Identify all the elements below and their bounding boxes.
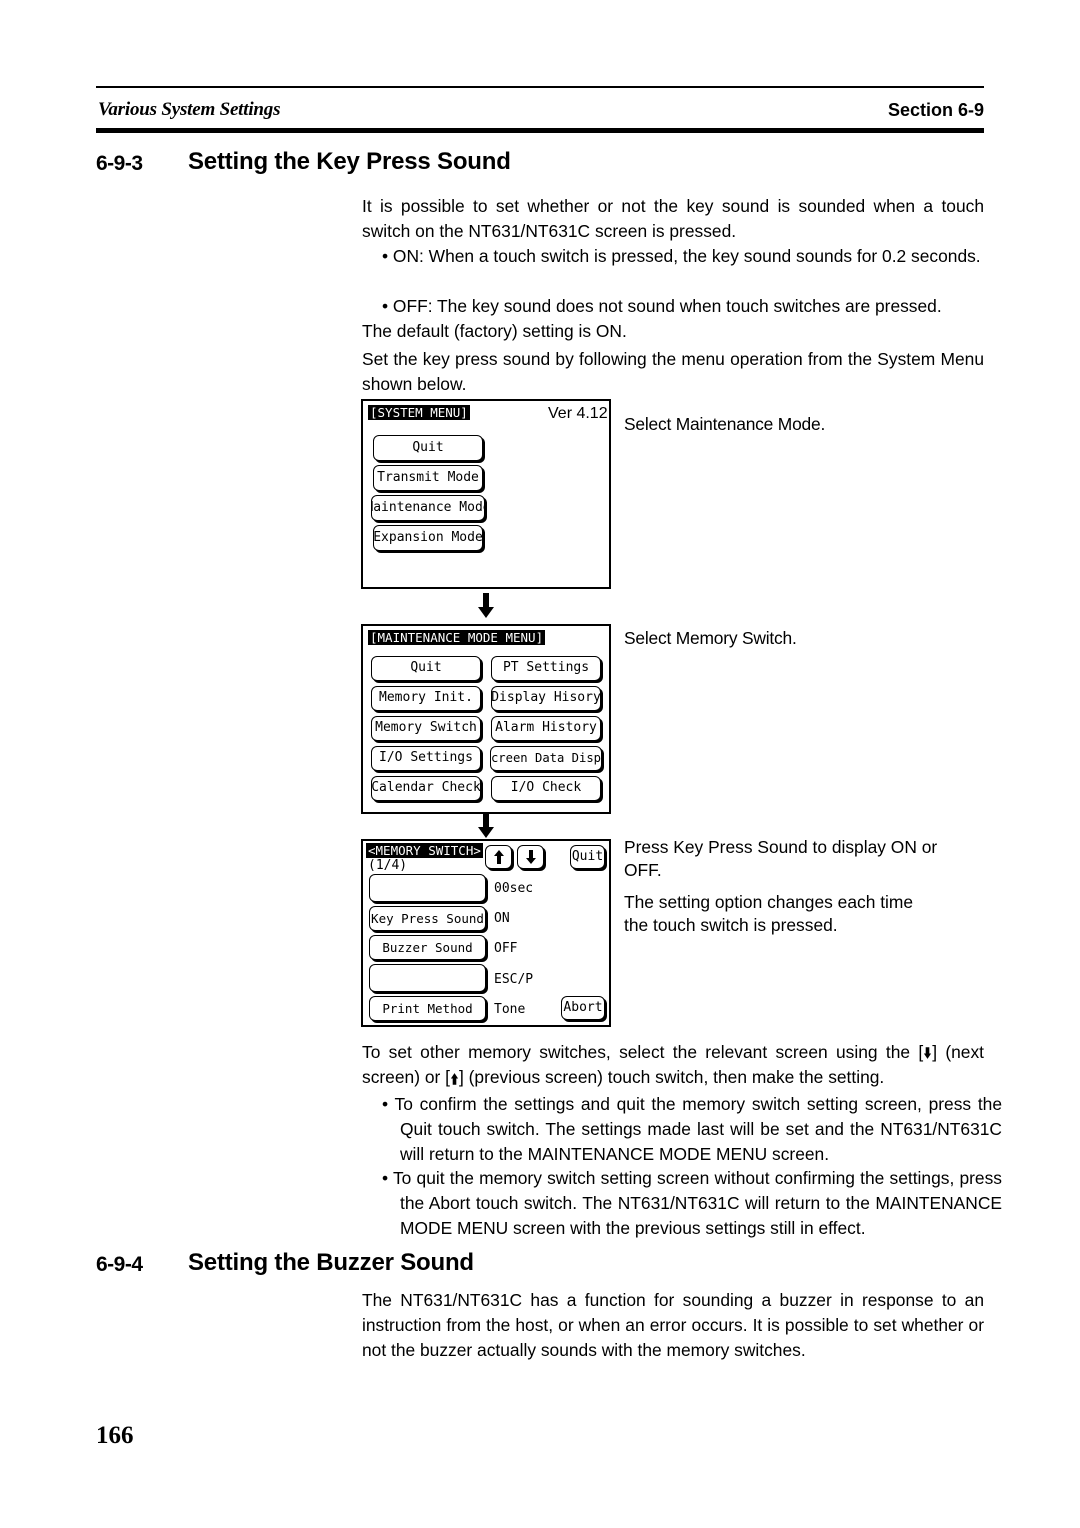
system-menu-version: Ver 4.12 [548,405,608,422]
paragraph-other-switches: To set other memory switches, select the… [362,1040,984,1090]
memory-switch-row-buzzer-sound-button[interactable]: Buzzer Sound [369,935,486,960]
paragraph-menu-note: Set the key press sound by following the… [362,349,984,394]
maintenance-menu-button-pt-settings[interactable]: PT Settings [491,656,601,681]
maintenance-menu-title: [MAINTENANCE MODE MENU] [368,630,546,646]
annotation-step-2: Select Memory Switch. [624,628,797,648]
bullet-on: • ON: When a touch switch is pressed, th… [382,246,981,266]
page-number: 166 [96,1422,134,1449]
memory-switch-value-key-press-sound: ON [494,911,510,926]
bullet-abort-touch-switch: • To quit the memory switch setting scre… [382,1168,1002,1238]
header-rule-top [96,86,984,88]
header-title: Various System Settings [98,99,281,120]
bullet-quit-touch-switch: • To confirm the settings and quit the m… [382,1094,1002,1164]
document-page: Various System Settings Section 6-9 6-9-… [0,0,1080,1528]
bullet-off: • OFF: The key sound does not sound when… [382,296,942,316]
annotation-step-3: Press Key Press Sound to display ON or O… [624,836,984,937]
maintenance-menu-button-io-settings[interactable]: I/O Settings [371,746,481,771]
other-switches-post: ] (previous screen) touch switch, then m… [458,1067,885,1087]
memory-switch-value-printer-controller: ESC/P [494,972,534,987]
section-title-6-9-3: Setting the Key Press Sound [188,148,511,175]
inline-down-arrow-icon [924,1047,932,1059]
annotation-step-3-line2: OFF. [624,860,662,880]
down-arrow-icon [525,850,536,864]
section-title-6-9-4: Setting the Buzzer Sound [188,1249,474,1276]
annotation-step-3-line4: the touch switch is pressed. [624,915,838,935]
flow-arrow-down-icon-1 [478,593,494,618]
memory-switch-title: <MEMORY SWITCH> [366,843,483,859]
annotation-step-3-line3: The setting option changes each time [624,892,914,912]
paragraph-default: The default (factory) setting is ON. [362,321,627,341]
system-menu-button-quit[interactable]: Quit [373,435,483,461]
annotation-step-3-line1: Press Key Press Sound to display ON or [624,837,938,857]
memory-switch-screen: <MEMORY SWITCH> (1/4) Quit Start-up Wait… [361,839,611,1027]
header-rule-bottom [96,128,984,133]
maintenance-menu-button-screen-data-disp[interactable]: Screen Data Disp. [490,746,602,771]
memory-switch-row-printer-controller-button[interactable]: Printer Controller [369,964,486,992]
annotation-step-1: Select Maintenance Mode. [624,414,826,434]
system-menu-button-transmit-mode[interactable]: Transmit Mode [373,465,483,491]
maintenance-menu-button-display-history[interactable]: Display Hisory [491,686,601,711]
annotation-spacer [624,882,984,891]
system-menu-button-maintenance-mode[interactable]: Maintenance Mode [371,495,485,521]
memory-switch-value-buzzer-sound: OFF [494,941,518,956]
other-switches-pre: To set other memory switches, select the… [362,1042,924,1062]
section-number-6-9-3: 6-9-3 [96,152,143,175]
section-number-6-9-4: 6-9-4 [96,1253,143,1276]
system-menu-button-expansion-mode[interactable]: Expansion Mode [373,525,483,551]
memory-switch-up-button[interactable] [485,845,512,869]
paragraph-intro: It is possible to set whether or not the… [362,196,984,241]
memory-switch-down-button[interactable] [517,845,544,869]
memory-switch-value-print-method: Tone [494,1002,526,1017]
maintenance-menu-button-memory-init[interactable]: Memory Init. [371,686,481,711]
maintenance-menu-button-calendar-check[interactable]: Calendar Check [371,776,481,801]
maintenance-menu-button-alarm-history[interactable]: Alarm History [491,716,601,741]
memory-switch-row-key-press-sound-button[interactable]: Key Press Sound [369,906,486,931]
maintenance-menu-button-io-check[interactable]: I/O Check [491,776,601,801]
memory-switch-quit-button[interactable]: Quit [570,845,605,869]
maintenance-menu-button-quit[interactable]: Quit [371,656,481,681]
memory-switch-value-startup-wait-time: 00sec [494,881,534,896]
flow-arrow-down-icon-2 [478,813,494,838]
up-arrow-icon [493,850,504,864]
paragraph-buzzer-intro: The NT631/NT631C has a function for soun… [362,1290,984,1360]
maintenance-menu-button-memory-switch[interactable]: Memory Switch [371,716,481,741]
inline-up-arrow-icon [450,1073,459,1085]
memory-switch-row-startup-wait-time-button[interactable]: Start-up Wait Time [369,874,486,902]
system-menu-screen: [SYSTEM MENU] Ver 4.12 Quit Transmit Mod… [361,399,611,589]
system-menu-title: [SYSTEM MENU] [368,405,470,421]
maintenance-menu-screen: [MAINTENANCE MODE MENU] Quit Memory Init… [361,624,611,814]
memory-switch-row-print-method-button[interactable]: Print Method [369,996,486,1021]
memory-switch-page-indicator: (1/4) [368,858,408,873]
header-section-label: Section 6-9 [887,100,984,120]
memory-switch-abort-button[interactable]: Abort [561,996,605,1020]
